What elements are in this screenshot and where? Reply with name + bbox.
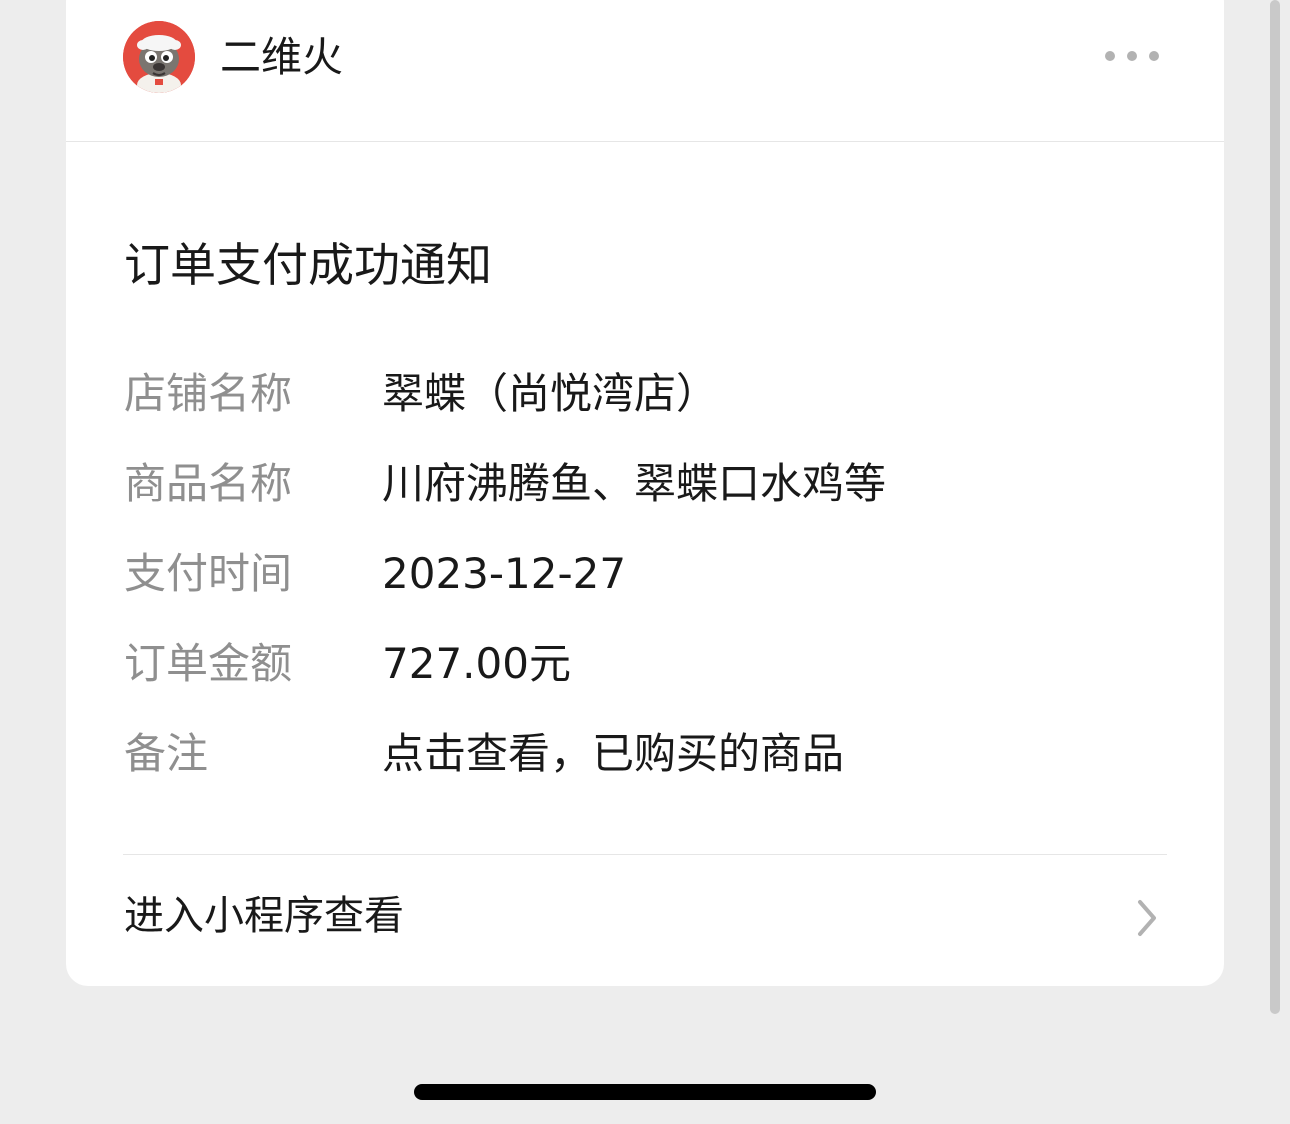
- field-label: 备注: [124, 729, 209, 778]
- field-label: 订单金额: [124, 639, 293, 688]
- mascot-icon: [123, 21, 195, 93]
- account-avatar[interactable]: [123, 21, 195, 93]
- more-dot-icon: [1149, 51, 1159, 61]
- field-value: 翠蝶（尚悦湾店）: [382, 369, 719, 418]
- field-value: 2023-12-27: [382, 549, 627, 598]
- enter-mini-program-label: 进入小程序查看: [124, 893, 404, 939]
- home-indicator[interactable]: [414, 1084, 876, 1100]
- more-options-button[interactable]: [1092, 36, 1172, 76]
- more-dot-icon: [1127, 51, 1137, 61]
- card-header: 二维火: [66, 0, 1224, 142]
- divider: [123, 854, 1167, 855]
- field-row-goods: 商品名称 川府沸腾鱼、翠蝶口水鸡等: [124, 452, 1174, 542]
- more-dot-icon: [1105, 51, 1115, 61]
- field-row-store: 店铺名称 翠蝶（尚悦湾店）: [124, 362, 1174, 452]
- account-name[interactable]: 二维火: [220, 29, 343, 85]
- enter-mini-program-row[interactable]: 进入小程序查看: [66, 856, 1224, 986]
- field-row-remark: 备注 点击查看，已购买的商品: [124, 722, 1174, 812]
- field-value: 点击查看，已购买的商品: [382, 729, 845, 778]
- field-row-amount: 订单金额 727.00元: [124, 632, 1174, 722]
- chevron-right-icon: [1138, 900, 1156, 936]
- field-value: 727.00元: [382, 639, 571, 688]
- scrollbar[interactable]: [1270, 0, 1280, 1014]
- message-card: 二维火 订单支付成功通知 店铺名称 翠蝶（尚悦湾店） 商品名称 川府沸腾鱼、翠蝶…: [66, 0, 1224, 986]
- field-label: 店铺名称: [124, 369, 293, 418]
- notice-fields: 店铺名称 翠蝶（尚悦湾店） 商品名称 川府沸腾鱼、翠蝶口水鸡等 支付时间 202…: [124, 362, 1174, 812]
- notice-title: 订单支付成功通知: [124, 238, 492, 292]
- field-row-paytime: 支付时间 2023-12-27: [124, 542, 1174, 632]
- field-label: 支付时间: [124, 549, 293, 598]
- field-label: 商品名称: [124, 459, 293, 508]
- field-value: 川府沸腾鱼、翠蝶口水鸡等: [382, 459, 887, 508]
